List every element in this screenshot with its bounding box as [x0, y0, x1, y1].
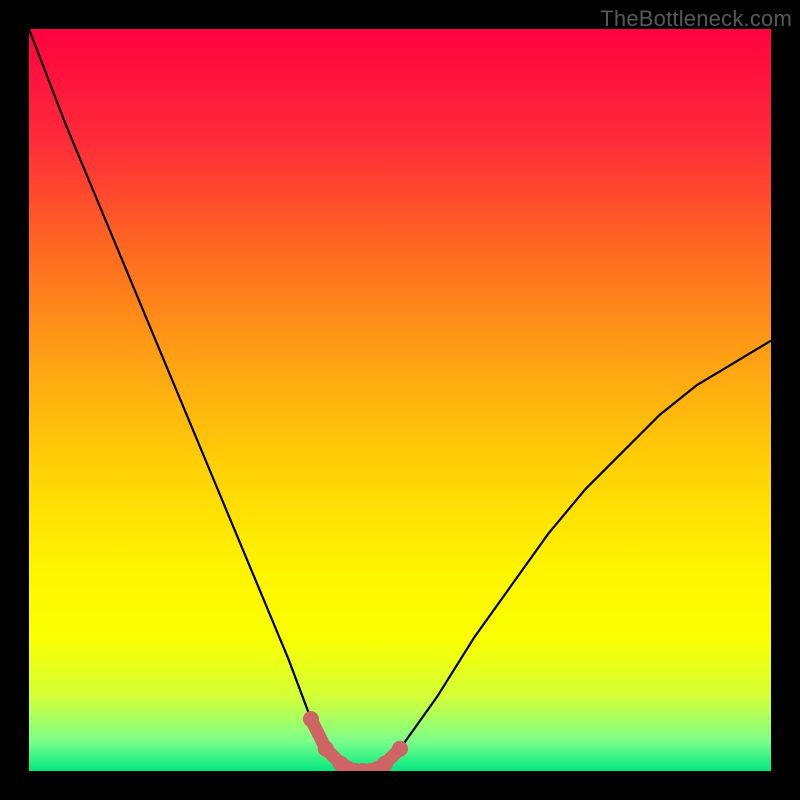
optimal-point [377, 756, 393, 771]
optimal-point [318, 741, 334, 757]
chart-svg [29, 29, 771, 771]
optimal-point [392, 741, 408, 757]
chart-background [29, 29, 771, 771]
watermark-text: TheBottleneck.com [600, 6, 792, 32]
optimal-point [333, 756, 349, 771]
optimal-point [303, 711, 319, 727]
bottleneck-chart [29, 29, 771, 771]
